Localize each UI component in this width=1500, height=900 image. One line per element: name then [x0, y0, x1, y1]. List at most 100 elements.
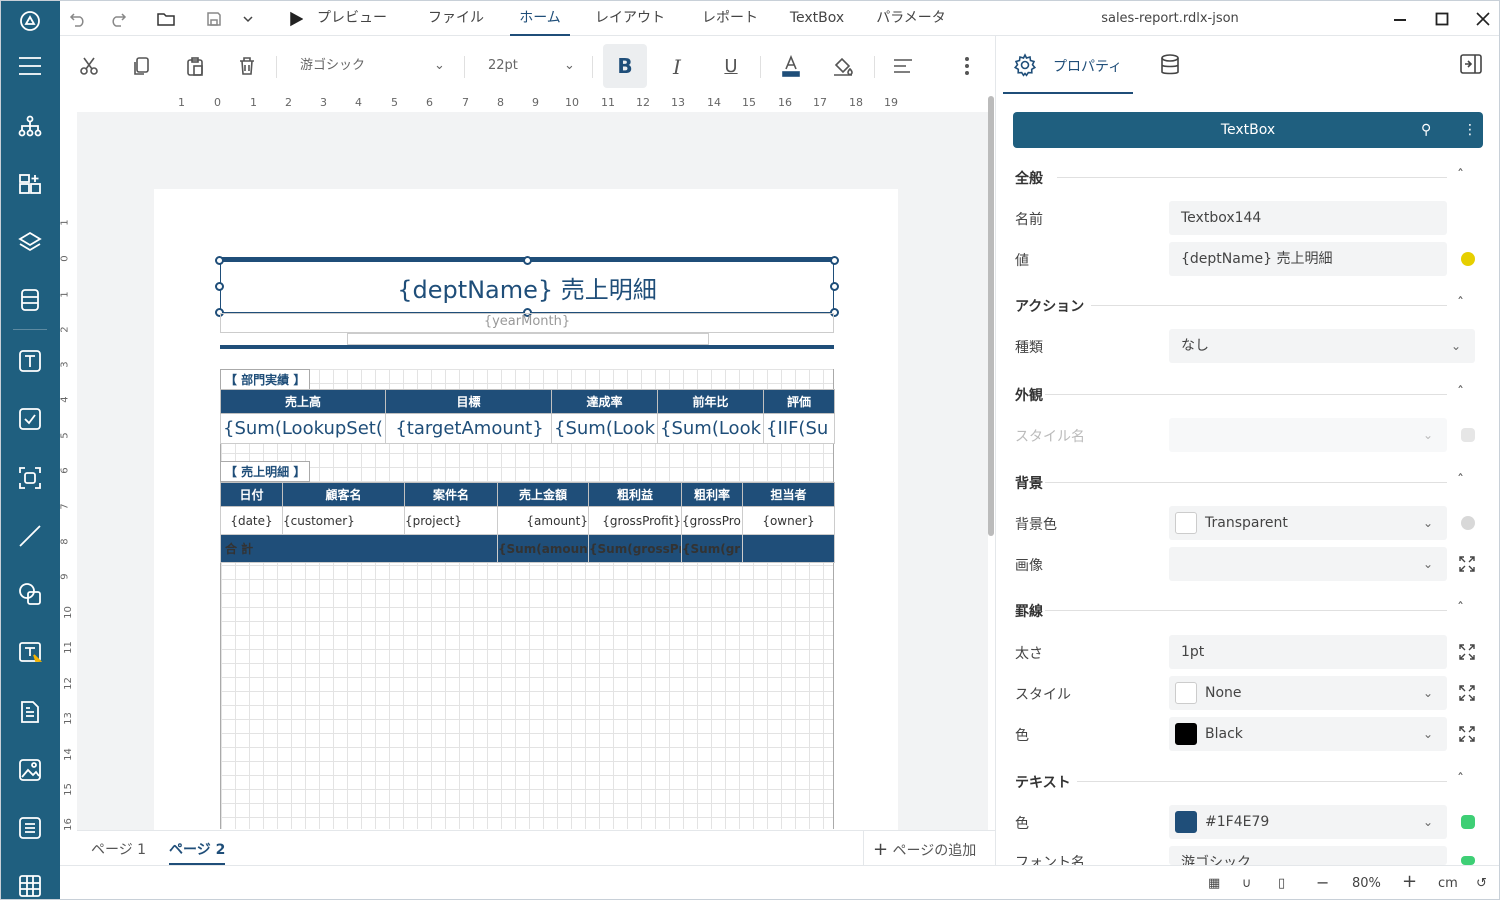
dept-value-cell[interactable]: {IIF(Su: [763, 413, 835, 444]
redo-icon[interactable]: [106, 7, 130, 31]
subreport-tool-icon[interactable]: [15, 697, 45, 727]
fill-color-icon[interactable]: [830, 53, 856, 79]
border-color-dropdown[interactable]: Black ⌄: [1169, 717, 1447, 751]
bgcolor-dropdown[interactable]: Transparent ⌄: [1169, 506, 1447, 540]
reset-zoom-icon[interactable]: ↺: [1476, 876, 1487, 891]
dept-header-cell[interactable]: 目標: [385, 389, 552, 414]
line-tool-icon[interactable]: [15, 521, 45, 551]
detail-value-cell[interactable]: {owner}: [742, 506, 835, 535]
name-field[interactable]: Textbox144: [1169, 201, 1447, 235]
checkbox-tool-icon[interactable]: [15, 404, 45, 434]
title-textbox[interactable]: {deptName} 売上明細: [220, 261, 834, 313]
detail-value-cell[interactable]: {project}: [404, 506, 498, 535]
header-rule[interactable]: [220, 345, 834, 349]
dept-header-cell[interactable]: 売上高: [220, 389, 386, 414]
detail-header-cell[interactable]: 担当者: [742, 482, 835, 507]
image-tool-icon[interactable]: [15, 755, 45, 785]
expand-icon[interactable]: [1459, 556, 1475, 572]
detail-header-cell[interactable]: 顧客名: [282, 482, 405, 507]
value-expression-indicator[interactable]: [1461, 252, 1475, 266]
cut-icon[interactable]: [76, 53, 102, 79]
subtitle-inner-box[interactable]: [347, 333, 709, 345]
more-options-icon[interactable]: [954, 53, 980, 79]
menu-parameters[interactable]: パラメータ: [868, 1, 954, 36]
collapse-caret-icon[interactable]: ˆ: [1457, 385, 1464, 401]
subtitle-textbox[interactable]: {yearMonth}: [220, 313, 834, 333]
tab-properties[interactable]: プロパティ: [1053, 56, 1122, 76]
section-dept-label[interactable]: 【 部門実績 】: [220, 369, 311, 390]
table-tool-icon[interactable]: [15, 871, 45, 899]
canvas-vertical-scrollbar[interactable]: [988, 96, 994, 536]
total-value-cell[interactable]: [742, 534, 835, 563]
section-detail-label[interactable]: 【 売上明細 】: [220, 461, 311, 482]
save-dropdown-icon[interactable]: [236, 7, 260, 31]
detail-value-cell[interactable]: {grossPro: [681, 506, 743, 535]
menu-home[interactable]: ホーム: [510, 1, 570, 36]
dept-header-cell[interactable]: 評価: [763, 389, 835, 414]
collapse-caret-icon[interactable]: ˆ: [1457, 473, 1464, 489]
border-style-dropdown[interactable]: None ⌄: [1169, 676, 1447, 710]
bold-button[interactable]: B: [603, 44, 647, 88]
open-file-icon[interactable]: [154, 7, 178, 31]
menu-report[interactable]: レポート: [692, 1, 768, 36]
container-tool-icon[interactable]: [15, 463, 45, 493]
detail-header-cell[interactable]: 案件名: [404, 482, 498, 507]
font-family-dropdown[interactable]: 游ゴシック ⌄: [300, 53, 450, 79]
components-icon[interactable]: [15, 169, 45, 199]
layers-icon[interactable]: [15, 227, 45, 257]
formatted-text-tool-icon[interactable]: [15, 638, 45, 668]
ruler-toggle-icon[interactable]: ▯: [1278, 876, 1285, 891]
textbox-tool-icon[interactable]: [15, 346, 45, 376]
expand-icon[interactable]: [1459, 685, 1475, 701]
dept-value-cell[interactable]: {targetAmount}: [385, 413, 552, 444]
zoom-level[interactable]: 80%: [1352, 876, 1381, 891]
copy-icon[interactable]: [129, 53, 155, 79]
add-page-button[interactable]: + ページの追加: [873, 839, 976, 860]
minimize-icon[interactable]: [1388, 7, 1412, 31]
resize-handle[interactable]: [215, 256, 224, 265]
database-icon[interactable]: [1159, 53, 1183, 77]
zoom-out-button[interactable]: −: [1316, 873, 1329, 892]
text-color-dropdown[interactable]: #1F4E79 ⌄: [1169, 805, 1447, 839]
menu-textbox[interactable]: TextBox: [784, 1, 850, 36]
resize-handle[interactable]: [830, 282, 839, 291]
grid-toggle-icon[interactable]: ▦: [1208, 876, 1220, 891]
preview-play-icon[interactable]: [286, 7, 306, 31]
expand-icon[interactable]: [1459, 644, 1475, 660]
total-value-cell[interactable]: {Sum(amount: [497, 534, 589, 563]
hierarchy-icon[interactable]: [15, 111, 45, 141]
dept-header-cell[interactable]: 前年比: [657, 389, 764, 414]
bgcolor-indicator[interactable]: [1461, 516, 1475, 530]
menu-preview[interactable]: プレビュー: [312, 1, 392, 36]
search-icon[interactable]: ⚲: [1421, 112, 1431, 148]
image-dropdown[interactable]: ⌄: [1169, 547, 1447, 581]
menu-layout[interactable]: レイアウト: [588, 1, 672, 36]
collapse-caret-icon[interactable]: ˆ: [1457, 296, 1464, 312]
font-size-dropdown[interactable]: 22pt ⌄: [488, 53, 580, 79]
resize-handle[interactable]: [830, 256, 839, 265]
tab-page-2[interactable]: ページ 2: [169, 839, 226, 865]
save-icon[interactable]: [202, 7, 226, 31]
align-left-icon[interactable]: [890, 53, 916, 79]
collapse-caret-icon[interactable]: ˆ: [1457, 168, 1464, 184]
total-label-cell[interactable]: 合 計: [220, 534, 498, 563]
dept-table[interactable]: 売上高 目標 達成率 前年比 評価 {Sum(LookupSet( {targe…: [220, 389, 835, 444]
text-color-indicator[interactable]: [1461, 815, 1475, 829]
detail-header-cell[interactable]: 売上金額: [497, 482, 589, 507]
hamburger-menu-icon[interactable]: [15, 51, 45, 81]
gear-icon[interactable]: [1013, 53, 1037, 77]
resize-handle[interactable]: [215, 282, 224, 291]
dept-value-cell[interactable]: {Sum(Look: [551, 413, 658, 444]
more-options-icon[interactable]: ⋮: [1463, 112, 1477, 148]
border-width-field[interactable]: 1pt: [1169, 635, 1447, 669]
dept-value-cell[interactable]: {Sum(LookupSet(: [220, 413, 386, 444]
panel-collapse-icon[interactable]: [1459, 53, 1483, 77]
detail-header-cell[interactable]: 粗利益: [588, 482, 682, 507]
menu-file[interactable]: ファイル: [418, 1, 494, 36]
font-name-indicator[interactable]: [1461, 856, 1475, 865]
close-icon[interactable]: [1471, 7, 1495, 31]
detail-value-cell[interactable]: {date}: [220, 506, 283, 535]
zoom-in-button[interactable]: +: [1402, 871, 1417, 892]
italic-button[interactable]: I: [660, 50, 694, 84]
dept-value-cell[interactable]: {Sum(Look: [657, 413, 764, 444]
